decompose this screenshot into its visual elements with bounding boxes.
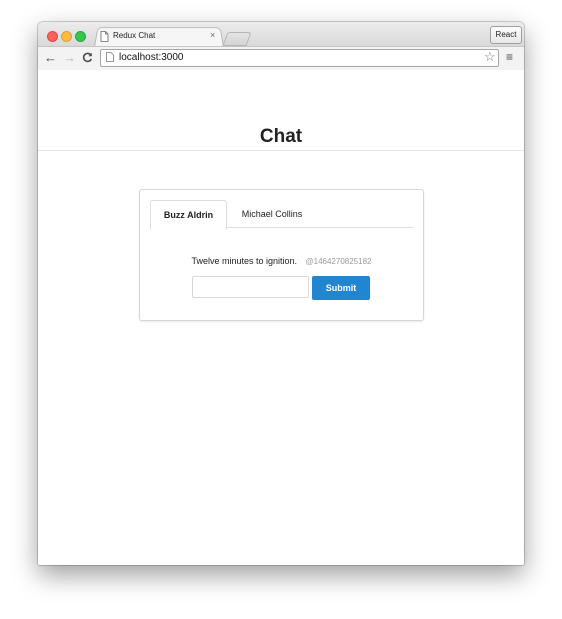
profile-button[interactable]: React bbox=[490, 26, 522, 44]
message-item: Twelve minutes to ignition. @14642708251… bbox=[140, 251, 423, 269]
url-text: localhost:3000 bbox=[119, 52, 184, 63]
forward-arrow-icon[interactable]: → bbox=[63, 49, 76, 66]
message-input[interactable] bbox=[192, 276, 309, 298]
thread-tab-buzz-aldrin[interactable]: Buzz Aldrin bbox=[150, 200, 227, 230]
tab-title: Redux Chat bbox=[113, 31, 156, 40]
page-title: Chat bbox=[259, 126, 303, 147]
submit-button[interactable]: Submit bbox=[312, 276, 370, 300]
address-bar[interactable]: localhost:3000 ☆ bbox=[100, 49, 499, 67]
close-window-button[interactable] bbox=[47, 31, 58, 42]
thread-tab-michael-collins[interactable]: Michael Collins bbox=[235, 200, 309, 228]
new-tab-button[interactable] bbox=[222, 32, 252, 46]
browser-window: Redux Chat × React ← → localhost:3000 ☆ … bbox=[38, 22, 524, 565]
message-text: Twelve minutes to ignition. bbox=[191, 256, 298, 266]
message-timestamp: @1464270825182 bbox=[305, 257, 372, 266]
minimize-window-button[interactable] bbox=[61, 31, 72, 42]
chat-panel: Buzz Aldrin Michael Collins Twelve minut… bbox=[139, 189, 424, 321]
page-icon bbox=[100, 31, 109, 42]
back-arrow-icon[interactable]: ← bbox=[44, 49, 57, 66]
browser-tab[interactable]: Redux Chat × bbox=[98, 27, 220, 46]
zoom-window-button[interactable] bbox=[75, 31, 86, 42]
browser-toolbar: ← → localhost:3000 ☆ ≡ bbox=[38, 46, 524, 71]
reload-icon[interactable] bbox=[82, 49, 93, 67]
close-icon[interactable]: × bbox=[210, 30, 215, 40]
reload-icon-glyph bbox=[82, 52, 93, 63]
page-icon bbox=[106, 52, 114, 62]
title-bar: Redux Chat × React bbox=[38, 22, 524, 47]
star-icon[interactable]: ☆ bbox=[484, 49, 496, 65]
header-divider bbox=[38, 150, 524, 151]
page-viewport: Chat Buzz Aldrin Michael Collins Twelve … bbox=[38, 70, 524, 565]
hamburger-menu-icon[interactable]: ≡ bbox=[506, 50, 513, 64]
